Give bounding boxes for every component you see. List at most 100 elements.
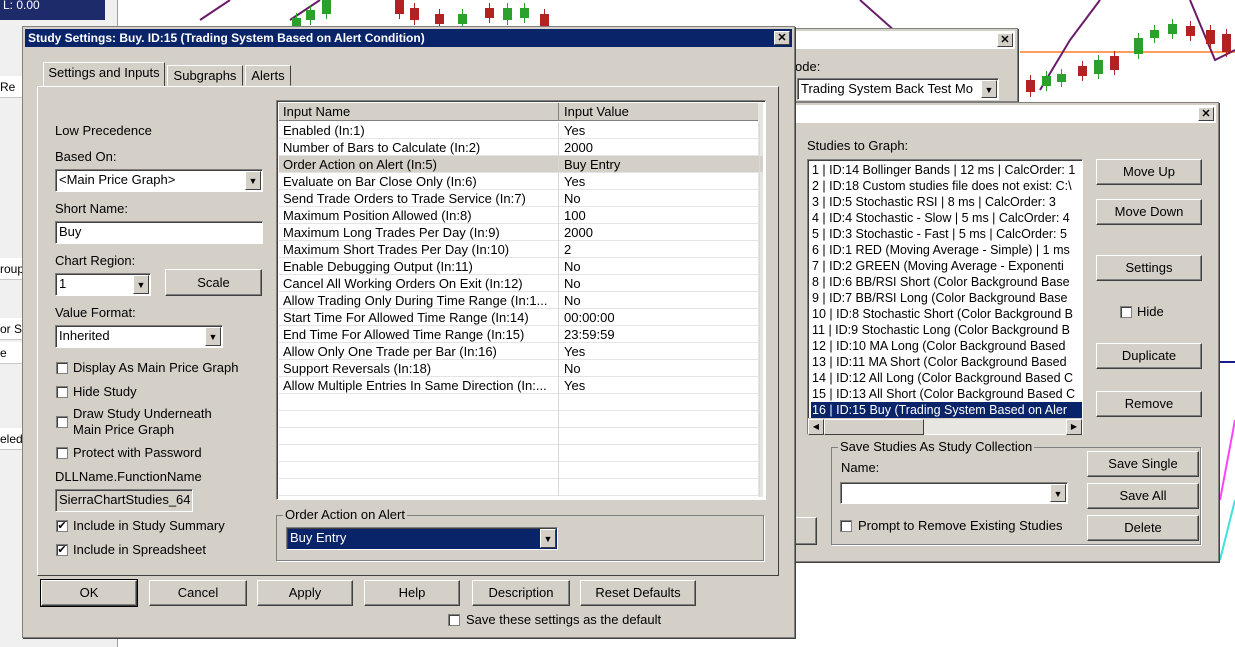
table-row[interactable]: Enabled (In:1) Yes bbox=[279, 122, 763, 139]
tab-alerts[interactable]: Alerts bbox=[245, 65, 291, 86]
reset-defaults-button[interactable]: Reset Defaults bbox=[580, 580, 696, 606]
input-value-cell[interactable]: 23:59:59 bbox=[560, 326, 760, 343]
study-list-item[interactable]: 5 | ID:3 Stochastic - Fast | 5 ms | Calc… bbox=[811, 226, 1082, 242]
based-on-select[interactable]: <Main Price Graph> ▼ bbox=[55, 169, 263, 192]
settings-button[interactable]: Settings bbox=[1096, 255, 1202, 281]
input-value-cell[interactable]: No bbox=[560, 258, 760, 275]
input-value-cell[interactable]: No bbox=[560, 292, 760, 309]
display-main-checkbox[interactable] bbox=[56, 362, 68, 374]
table-row[interactable]: Allow Only One Trade per Bar (In:16) Yes bbox=[279, 343, 763, 360]
scale-button[interactable]: Scale bbox=[165, 269, 262, 296]
studies-scrollbar[interactable]: ◀ ▶ bbox=[808, 418, 1082, 435]
table-row[interactable]: Maximum Short Trades Per Day (In:10) 2 bbox=[279, 241, 763, 258]
chevron-down-icon[interactable]: ▼ bbox=[245, 171, 261, 190]
remove-button[interactable]: Remove bbox=[1096, 391, 1202, 417]
input-value-cell[interactable]: Yes bbox=[560, 173, 760, 190]
input-value-cell[interactable]: Yes bbox=[560, 343, 760, 360]
table-row[interactable] bbox=[279, 445, 763, 462]
study-list-item[interactable]: 14 | ID:12 All Long (Color Background Ba… bbox=[811, 370, 1082, 386]
duplicate-button[interactable]: Duplicate bbox=[1096, 343, 1202, 369]
input-value-cell[interactable]: 2 bbox=[560, 241, 760, 258]
save-default-checkbox[interactable] bbox=[448, 614, 460, 626]
move-down-button[interactable]: Move Down bbox=[1096, 199, 1202, 225]
study-list-item[interactable]: 3 | ID:5 Stochastic RSI | 8 ms | CalcOrd… bbox=[811, 194, 1082, 210]
study-list-item[interactable]: 1 | ID:14 Bollinger Bands | 12 ms | Calc… bbox=[811, 162, 1082, 178]
study-list-item[interactable]: 9 | ID:7 BB/RSI Long (Color Background B… bbox=[811, 290, 1082, 306]
tab-settings-inputs[interactable]: Settings and Inputs bbox=[43, 62, 165, 86]
table-row[interactable]: Send Trade Orders to Trade Service (In:7… bbox=[279, 190, 763, 207]
scroll-right-icon[interactable]: ▶ bbox=[1066, 419, 1082, 435]
study-list-item[interactable]: 13 | ID:11 MA Short (Color Background Ba… bbox=[811, 354, 1082, 370]
input-value-cell[interactable]: 2000 bbox=[560, 224, 760, 241]
input-value-cell[interactable] bbox=[560, 445, 760, 462]
help-button[interactable]: Help bbox=[364, 580, 460, 606]
table-row[interactable] bbox=[279, 428, 763, 445]
chart-region-select[interactable]: 1 ▼ bbox=[55, 273, 151, 296]
table-row[interactable] bbox=[279, 479, 763, 496]
input-value-cell[interactable]: Yes bbox=[560, 377, 760, 394]
value-format-select[interactable]: Inherited ▼ bbox=[55, 325, 223, 348]
mode-select[interactable]: Trading System Back Test Mo ▼ bbox=[797, 78, 999, 100]
chevron-down-icon[interactable]: ▼ bbox=[1050, 484, 1066, 502]
studies-list[interactable]: 1 | ID:14 Bollinger Bands | 12 ms | Calc… bbox=[807, 159, 1083, 435]
input-value-cell[interactable]: No bbox=[560, 190, 760, 207]
hide-study-checkbox[interactable] bbox=[56, 386, 68, 398]
input-value-cell[interactable] bbox=[560, 394, 760, 411]
scroll-left-icon[interactable]: ◀ bbox=[808, 419, 824, 435]
column-header[interactable]: Input Name bbox=[279, 103, 559, 121]
input-value-cell[interactable] bbox=[560, 411, 760, 428]
input-value-cell[interactable]: No bbox=[560, 360, 760, 377]
cancel-button[interactable]: Cancel bbox=[149, 580, 247, 606]
protect-checkbox[interactable] bbox=[56, 447, 68, 459]
save-all-button[interactable]: Save All bbox=[1087, 483, 1199, 509]
draw-underneath-checkbox[interactable] bbox=[56, 416, 68, 428]
study-list-item[interactable]: 16 | ID:15 Buy (Trading System Based on … bbox=[811, 402, 1082, 418]
chevron-down-icon[interactable]: ▼ bbox=[133, 275, 149, 294]
close-icon[interactable]: ✕ bbox=[1198, 107, 1214, 121]
delete-button[interactable]: Delete bbox=[1087, 515, 1199, 541]
collection-name-select[interactable]: ▼ bbox=[840, 482, 1068, 504]
include-summary-checkbox[interactable]: ✔ bbox=[56, 520, 68, 532]
column-header[interactable]: Input Value bbox=[560, 103, 760, 121]
chevron-down-icon[interactable]: ▼ bbox=[540, 529, 556, 548]
input-value-cell[interactable]: Yes bbox=[560, 122, 760, 139]
table-row[interactable]: Number of Bars to Calculate (In:2) 2000 bbox=[279, 139, 763, 156]
short-name-input[interactable]: Buy bbox=[55, 221, 263, 244]
input-value-cell[interactable] bbox=[560, 428, 760, 445]
table-row[interactable]: Maximum Long Trades Per Day (In:9) 2000 bbox=[279, 224, 763, 241]
order-action-select[interactable]: Buy Entry ▼ bbox=[286, 527, 558, 550]
include-spreadsheet-checkbox[interactable]: ✔ bbox=[56, 544, 68, 556]
hide-checkbox[interactable] bbox=[1120, 306, 1132, 318]
input-value-cell[interactable]: Buy Entry bbox=[560, 156, 760, 173]
ok-button[interactable]: OK bbox=[40, 579, 138, 607]
move-up-button[interactable]: Move Up bbox=[1096, 159, 1202, 185]
close-icon[interactable]: ✕ bbox=[997, 33, 1013, 47]
study-list-item[interactable]: 7 | ID:2 GREEN (Moving Average - Exponen… bbox=[811, 258, 1082, 274]
study-list-item[interactable]: 11 | ID:9 Stochastic Long (Color Backgro… bbox=[811, 322, 1082, 338]
input-value-cell[interactable]: 00:00:00 bbox=[560, 309, 760, 326]
input-value-cell[interactable]: 2000 bbox=[560, 139, 760, 156]
study-list-item[interactable]: 12 | ID:10 MA Long (Color Background Bas… bbox=[811, 338, 1082, 354]
table-row[interactable]: Maximum Position Allowed (In:8) 100 bbox=[279, 207, 763, 224]
table-row[interactable] bbox=[279, 411, 763, 428]
description-button[interactable]: Description bbox=[472, 580, 570, 606]
table-row[interactable]: End Time For Allowed Time Range (In:15) 2… bbox=[279, 326, 763, 343]
study-list-item[interactable]: 2 | ID:18 Custom studies file does not e… bbox=[811, 178, 1082, 194]
study-list-item[interactable]: 8 | ID:6 BB/RSI Short (Color Background … bbox=[811, 274, 1082, 290]
table-row[interactable]: Support Reversals (In:18) No bbox=[279, 360, 763, 377]
study-list-item[interactable]: 4 | ID:4 Stochastic - Slow | 5 ms | Calc… bbox=[811, 210, 1082, 226]
prompt-remove-checkbox[interactable] bbox=[840, 520, 852, 532]
table-row[interactable]: Enable Debugging Output (In:11) No bbox=[279, 258, 763, 275]
input-value-cell[interactable]: 100 bbox=[560, 207, 760, 224]
study-list-item[interactable]: 6 | ID:1 RED (Moving Average - Simple) |… bbox=[811, 242, 1082, 258]
chevron-down-icon[interactable]: ▼ bbox=[981, 80, 997, 98]
save-single-button[interactable]: Save Single bbox=[1087, 451, 1199, 477]
table-row[interactable]: Cancel All Working Orders On Exit (In:12… bbox=[279, 275, 763, 292]
inputs-grid[interactable]: Input Name Input Value Enabled (In:1) Yes… bbox=[276, 100, 766, 500]
table-row[interactable] bbox=[279, 394, 763, 411]
table-row[interactable]: Allow Trading Only During Time Range (In… bbox=[279, 292, 763, 309]
tab-subgraphs[interactable]: Subgraphs bbox=[167, 65, 243, 86]
chevron-down-icon[interactable]: ▼ bbox=[205, 327, 221, 346]
input-value-cell[interactable] bbox=[560, 479, 760, 496]
study-list-item[interactable]: 15 | ID:13 All Short (Color Background B… bbox=[811, 386, 1082, 402]
